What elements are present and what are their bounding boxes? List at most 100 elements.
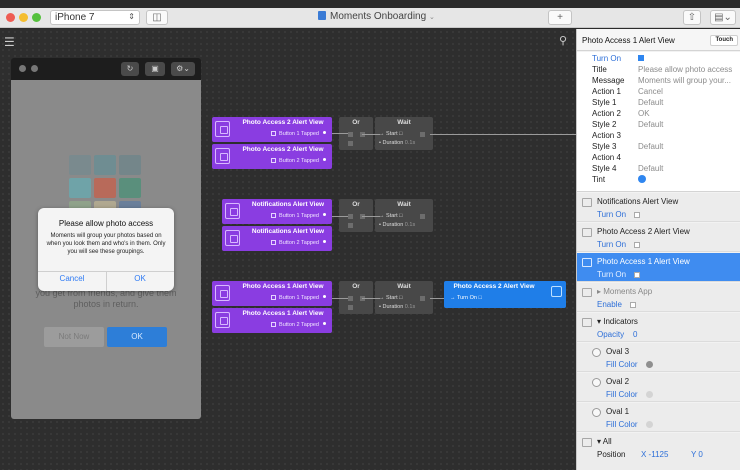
layer-property-label: Enable — [597, 300, 622, 309]
not-now-button[interactable]: Not Now — [44, 327, 104, 347]
insert-button[interactable]: + — [548, 10, 572, 25]
preview-dot-icon[interactable] — [31, 65, 38, 72]
output-port[interactable]: Button 1 Tapped — [271, 295, 326, 301]
fill-color-swatch[interactable] — [645, 391, 653, 398]
wait-patch[interactable]: Wait → Start □ • Duration 0.1s — [375, 117, 433, 150]
toggle-checkbox[interactable] — [634, 212, 641, 218]
alert-view-icon — [215, 148, 230, 164]
settings-icon[interactable]: ⚙⌄ — [171, 62, 195, 76]
start-port[interactable]: → Start □ — [379, 295, 403, 301]
fill-color-swatch[interactable] — [645, 421, 653, 428]
alert-view-icon — [582, 228, 592, 237]
property-value[interactable]: OK — [638, 109, 738, 118]
input-port[interactable] — [348, 223, 353, 228]
property-label: Message — [592, 76, 625, 85]
patch-node-input[interactable]: Notifications Alert View Button 2 Tapped — [222, 226, 332, 251]
rotate-icon[interactable]: ↻ — [121, 62, 139, 76]
toggle-checkbox[interactable] — [629, 302, 636, 308]
layer-moments-app[interactable]: ▸ Moments App Enable — [577, 283, 740, 312]
position-x-value[interactable]: X -1125 — [641, 450, 668, 459]
ok-button[interactable]: OK — [107, 327, 167, 347]
device-selector[interactable]: iPhone 7 ⇕ — [50, 10, 140, 25]
layer-oval-1[interactable]: Oval 1 Fill Color — [577, 403, 740, 432]
photo-thumbnail — [119, 178, 141, 198]
opacity-value[interactable]: 0 — [633, 330, 637, 339]
preview-dot-icon[interactable] — [19, 65, 26, 72]
toggle-checkbox[interactable] — [634, 242, 641, 248]
patch-node-output[interactable]: Photo Access 2 Alert View → Turn On □ — [444, 281, 566, 308]
input-port[interactable] — [348, 296, 353, 301]
input-port[interactable]: → Turn On □ — [450, 295, 482, 301]
share-button[interactable]: ⇧ — [683, 10, 701, 25]
output-port[interactable]: Button 1 Tapped — [271, 213, 326, 219]
alert-ok-button[interactable]: OK — [106, 274, 174, 283]
or-patch-title: Or — [352, 119, 360, 126]
tint-color-swatch[interactable] — [638, 175, 738, 185]
output-port[interactable] — [420, 296, 425, 301]
start-port[interactable]: → Start □ — [379, 131, 403, 137]
property-value[interactable]: Moments will group your... — [638, 76, 738, 85]
layer-property: Opacity 0 — [597, 330, 637, 339]
toggle-checkbox[interactable] — [634, 272, 641, 278]
duration-port[interactable]: • Duration 0.1s — [379, 140, 415, 146]
layer-oval-2[interactable]: Oval 2 Fill Color — [577, 373, 740, 402]
input-port[interactable] — [348, 214, 353, 219]
alert-cancel-button[interactable]: Cancel — [38, 274, 106, 283]
wait-patch[interactable]: Wait → Start □ • Duration 0.1s — [375, 281, 433, 314]
output-port[interactable]: Button 2 Tapped — [271, 158, 326, 164]
wait-patch[interactable]: Wait → Start □ • Duration 0.1s — [375, 199, 433, 232]
port-label: Button 1 Tapped — [279, 213, 319, 219]
property-value[interactable]: Cancel — [638, 87, 738, 96]
property-value[interactable]: Default — [638, 120, 738, 129]
layer-all[interactable]: ▾ All Position X -1125 Y 0 — [577, 433, 740, 470]
position-y-value[interactable]: Y 0 — [691, 450, 703, 459]
port-label: Start — [386, 213, 398, 219]
input-port[interactable] — [348, 132, 353, 137]
duration-port[interactable]: • Duration 0.1s — [379, 304, 415, 310]
connection-wire — [430, 134, 576, 135]
layer-property-label: Fill Color — [606, 420, 638, 429]
preview-window-toggle[interactable]: ◫ — [146, 10, 168, 25]
minimize-window-icon[interactable] — [19, 13, 28, 22]
duration-port[interactable]: • Duration 0.1s — [379, 222, 415, 228]
layer-oval-3[interactable]: Oval 3 Fill Color — [577, 343, 740, 372]
output-port[interactable]: Button 2 Tapped — [271, 240, 326, 246]
hamburger-menu-icon[interactable]: ☰ — [4, 35, 15, 49]
start-port[interactable]: → Start □ — [379, 213, 403, 219]
property-value[interactable]: Default — [638, 142, 738, 151]
patch-node-input[interactable]: Photo Access 1 Alert View Button 2 Tappe… — [212, 308, 332, 333]
patch-node-input[interactable]: Photo Access 2 Alert View Button 2 Tappe… — [212, 144, 332, 169]
output-port[interactable] — [420, 214, 425, 219]
patch-node-title: Photo Access 2 Alert View — [242, 119, 324, 126]
fill-color-swatch[interactable] — [645, 361, 653, 368]
title-chevron-icon[interactable]: ⌄ — [429, 14, 435, 21]
output-port[interactable]: Button 2 Tapped — [271, 322, 326, 328]
patch-node-input[interactable]: Notifications Alert View Button 1 Tapped — [222, 199, 332, 224]
layer-notifications-alert-view[interactable]: Notifications Alert View Turn On — [577, 193, 740, 222]
view-options-button[interactable]: ▤⌄ — [710, 10, 736, 25]
wait-patch-title: Wait — [397, 119, 411, 126]
output-port[interactable]: Button 1 Tapped — [271, 131, 326, 137]
port-label: Duration — [382, 304, 404, 310]
camera-icon[interactable]: ▣ — [145, 62, 165, 76]
layer-photo-access-2-alert-view[interactable]: Photo Access 2 Alert View Turn On — [577, 223, 740, 252]
property-label: Action 2 — [592, 109, 621, 118]
layer-indicators[interactable]: ▾ Indicators Opacity 0 — [577, 313, 740, 342]
property-value[interactable]: Default — [638, 98, 738, 107]
layer-photo-access-1-alert-view[interactable]: Photo Access 1 Alert View Turn On — [577, 253, 740, 282]
property-label: Tint — [592, 175, 606, 184]
search-icon[interactable]: ⚲ — [559, 34, 567, 47]
turn-on-toggle[interactable] — [638, 54, 738, 63]
property-value[interactable]: Default — [638, 164, 738, 173]
input-port[interactable] — [348, 141, 353, 146]
checkbox-icon — [271, 158, 277, 163]
close-window-icon[interactable] — [6, 13, 15, 22]
patch-node-input[interactable]: Photo Access 2 Alert View Button 1 Tappe… — [212, 117, 332, 142]
input-port[interactable] — [348, 305, 353, 310]
layer-property: Fill Color — [606, 360, 653, 369]
property-value[interactable]: Please allow photo access — [638, 65, 738, 74]
zoom-window-icon[interactable] — [32, 13, 41, 22]
touch-button[interactable]: Touch — [710, 35, 738, 46]
output-port[interactable] — [420, 132, 425, 137]
patch-node-input[interactable]: Photo Access 1 Alert View Button 1 Tappe… — [212, 281, 332, 306]
